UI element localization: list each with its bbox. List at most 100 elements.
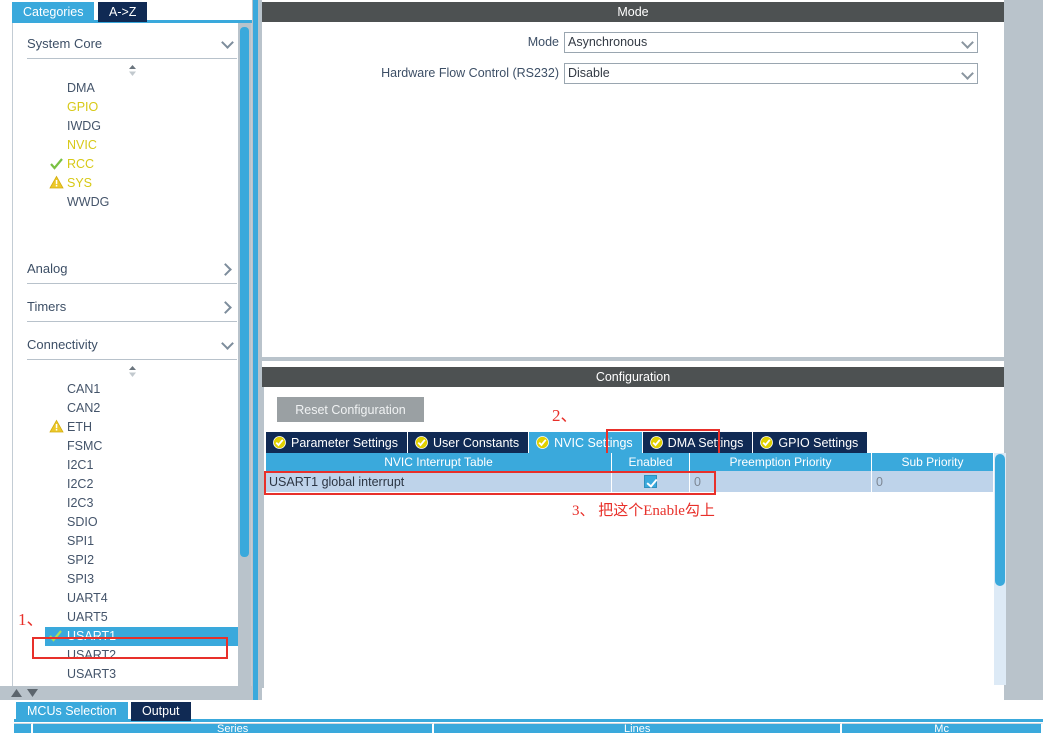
- bottom-tabbar: MCUs Selection Output: [0, 700, 1043, 722]
- mode-field-row: Mode Asynchronous: [262, 31, 1004, 53]
- periph-item-spi3[interactable]: SPI3: [13, 570, 251, 589]
- sort-updown-icon: [128, 365, 136, 377]
- periph-item-can1[interactable]: CAN1: [13, 380, 251, 399]
- periph-item-dma[interactable]: DMA: [13, 79, 251, 98]
- sort-toggle-connectivity[interactable]: [13, 362, 251, 380]
- periph-label: SPI2: [67, 553, 95, 567]
- sidebar-group-analog[interactable]: Analog: [27, 254, 237, 284]
- column-header-lines: Lines: [434, 723, 843, 733]
- group-label: System Core: [27, 36, 103, 51]
- sort-toggle-system-core[interactable]: [13, 61, 251, 79]
- periph-item-usart1[interactable]: USART1: [45, 627, 241, 646]
- periph-item-gpio[interactable]: GPIO: [13, 98, 251, 117]
- tab-parameter-settings[interactable]: Parameter Settings: [266, 432, 408, 453]
- sidebar-scrollbar-thumb[interactable]: [240, 27, 249, 557]
- hardware-flow-control-select[interactable]: Disable: [564, 62, 978, 84]
- status-ok-icon: [760, 436, 774, 449]
- tab-label: NVIC Settings: [554, 435, 633, 450]
- chevron-down-icon: [221, 37, 235, 51]
- cell-sub-priority[interactable]: 0: [872, 471, 994, 492]
- arrow-down-icon: [27, 689, 38, 697]
- hw-flow-field-row: Hardware Flow Control (RS232) Disable: [262, 62, 1004, 84]
- periph-label: CAN2: [67, 401, 101, 415]
- sidebar-scroll-arrows[interactable]: [10, 688, 39, 698]
- periph-item-uart5[interactable]: UART5: [13, 608, 251, 627]
- tab-categories[interactable]: Categories: [12, 2, 95, 22]
- periph-item-nvic[interactable]: NVIC: [13, 136, 251, 155]
- table-row[interactable]: USART1 global interrupt 0 0: [266, 471, 994, 492]
- sidebar-group-connectivity[interactable]: Connectivity: [27, 330, 237, 360]
- periph-item-usart2[interactable]: USART2: [13, 646, 251, 665]
- tab-a-to-z[interactable]: A->Z: [98, 2, 148, 22]
- periph-label: SYS: [67, 176, 93, 190]
- check-icon: [48, 628, 63, 643]
- periph-label: GPIO: [67, 100, 99, 114]
- mode-select[interactable]: Asynchronous: [564, 31, 978, 53]
- tab-mcus-selection[interactable]: MCUs Selection: [16, 702, 128, 721]
- periph-item-sdio[interactable]: SDIO: [13, 513, 251, 532]
- column-header-checkbox: [14, 723, 34, 733]
- mcus-selection-table: Series Lines Mc: [14, 723, 1043, 733]
- periph-label: NVIC: [67, 138, 97, 152]
- reset-configuration-button[interactable]: Reset Configuration: [277, 397, 424, 422]
- periph-item-spi1[interactable]: SPI1: [13, 532, 251, 551]
- tab-output[interactable]: Output: [131, 702, 191, 721]
- column-header-enabled: Enabled: [612, 453, 690, 471]
- periph-item-i2c1[interactable]: I2C1: [13, 456, 251, 475]
- periph-item-iwdg[interactable]: IWDG: [13, 117, 251, 136]
- sidebar-group-timers[interactable]: Timers: [27, 292, 237, 322]
- periph-item-can2[interactable]: CAN2: [13, 399, 251, 418]
- peripheral-sidebar: Categories A->Z System Core DMA GPIO IWD…: [0, 0, 252, 700]
- check-icon: [49, 156, 64, 171]
- periph-item-spi2[interactable]: SPI2: [13, 551, 251, 570]
- sidebar-scrollbar-track[interactable]: [238, 23, 251, 686]
- column-header-sub-priority: Sub Priority: [872, 453, 994, 471]
- vertical-splitter[interactable]: [252, 0, 262, 700]
- annotation-step-3: 3、 把这个Enable勾上: [572, 503, 715, 519]
- chevron-right-icon: [221, 262, 235, 276]
- periph-label: I2C3: [67, 496, 94, 510]
- sidebar-group-system-core[interactable]: System Core: [27, 29, 237, 59]
- periph-item-sys[interactable]: SYS: [13, 174, 251, 193]
- periph-item-i2c2[interactable]: I2C2: [13, 475, 251, 494]
- group-label: Timers: [27, 299, 67, 314]
- hardware-flow-control-value: Disable: [568, 66, 610, 80]
- periph-item-usart3[interactable]: USART3: [13, 665, 251, 684]
- tab-label: Parameter Settings: [291, 435, 398, 450]
- tab-user-constants[interactable]: User Constants: [408, 432, 530, 453]
- tab-dma-settings[interactable]: DMA Settings: [642, 432, 754, 453]
- periph-label: SPI1: [67, 534, 95, 548]
- periph-item-eth[interactable]: ETH: [13, 418, 251, 437]
- tab-nvic-settings[interactable]: NVIC Settings: [529, 432, 643, 453]
- sort-updown-icon: [128, 64, 136, 76]
- status-ok-icon: [273, 436, 286, 449]
- enabled-checkbox[interactable]: [644, 475, 657, 488]
- bottom-section: MCUs Selection Output Series Lines Mc: [0, 700, 1043, 733]
- arrow-up-icon: [11, 689, 22, 697]
- configuration-panel-body: Reset Configuration 2、 Parameter Setting…: [262, 387, 1006, 688]
- group-label: Connectivity: [27, 337, 98, 352]
- nvic-scrollbar-thumb[interactable]: [995, 454, 1005, 586]
- periph-item-uart4[interactable]: UART4: [13, 589, 251, 608]
- periph-label: RCC: [67, 157, 95, 171]
- periph-item-wwdg[interactable]: WWDG: [13, 193, 251, 212]
- nvic-empty-area: [266, 495, 994, 685]
- configuration-tabstrip: Parameter Settings User Constants NVIC S…: [266, 432, 868, 453]
- periph-item-fsmc[interactable]: FSMC: [13, 437, 251, 456]
- splitter-handle[interactable]: [253, 0, 258, 700]
- cell-interrupt-name: USART1 global interrupt: [266, 471, 612, 492]
- main-content-area: Mode Mode Asynchronous Hardware Flow Con…: [262, 0, 1043, 700]
- tab-label: DMA Settings: [667, 435, 744, 450]
- sidebar-bottom-strip: [0, 686, 252, 700]
- periph-label: USART1: [67, 629, 117, 643]
- status-ok-icon: [649, 436, 663, 449]
- periph-label: UART5: [67, 610, 108, 624]
- tab-gpio-settings[interactable]: GPIO Settings: [753, 432, 868, 453]
- configuration-panel-title: Configuration: [262, 367, 1004, 387]
- periph-item-i2c3[interactable]: I2C3: [13, 494, 251, 513]
- cell-preemption-priority[interactable]: 0: [690, 471, 872, 492]
- cell-enabled[interactable]: [612, 471, 690, 492]
- periph-label: SPI3: [67, 572, 95, 586]
- nvic-table-header: NVIC Interrupt Table Enabled Preemption …: [266, 453, 994, 471]
- periph-item-rcc[interactable]: RCC: [13, 155, 251, 174]
